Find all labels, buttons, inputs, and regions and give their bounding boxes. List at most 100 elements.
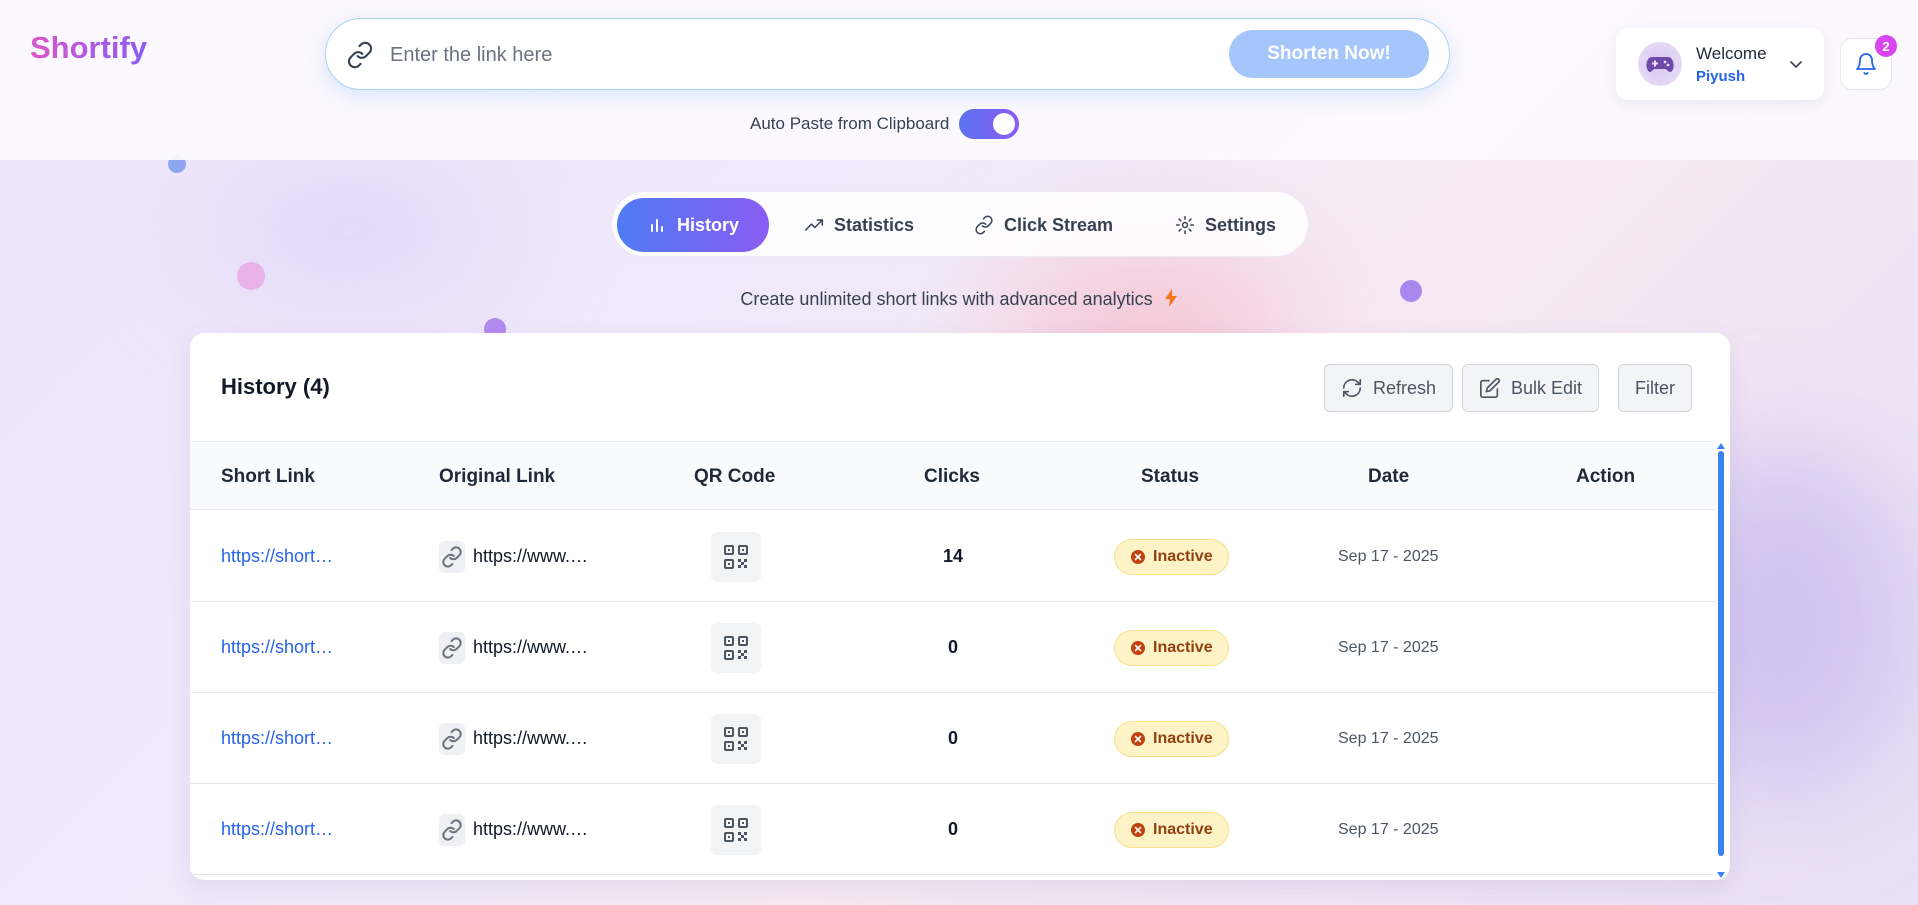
qr-code-button[interactable] [711,713,761,764]
short-link[interactable]: https://short… [221,728,333,749]
status-label: Inactive [1153,638,1213,656]
link-icon [439,722,465,755]
original-link[interactable]: https://www.… [473,546,588,567]
history-card: History (4) Refresh Bulk Edit Filter Sho… [190,333,1730,880]
bar-chart-icon [650,219,663,232]
date-cell: Sep 17 - 2025 [1338,784,1439,875]
date-cell: Sep 17 - 2025 [1338,511,1439,602]
action-cell [1576,511,1656,602]
column-header: Date [1368,466,1410,487]
status-badge: Inactive [1114,811,1229,848]
link-input[interactable] [390,37,1150,73]
column-header: Status [1141,466,1200,487]
refresh-button[interactable]: Refresh [1324,364,1454,412]
clicks-cell: 0 [924,784,982,875]
tab-history[interactable]: History [617,198,769,252]
notifications-button[interactable]: 2 [1840,35,1897,90]
qr-code-icon [724,726,748,751]
scroll-down-arrow[interactable] [1717,872,1725,878]
qr-code-button[interactable] [711,622,761,673]
original-link[interactable]: https://www.… [473,819,588,840]
short-link[interactable]: https://short… [221,819,333,840]
qr-code-cell [711,784,761,875]
date-text: Sep 17 - 2025 [1338,547,1439,565]
date-cell: Sep 17 - 2025 [1338,693,1439,784]
date-cell: Sep 17 - 2025 [1338,602,1439,693]
tab-statistics[interactable]: Statistics [786,198,932,252]
short-link[interactable]: https://short… [221,546,333,567]
bulk-edit-label: Bulk Edit [1511,377,1583,398]
clicks-cell: 0 [924,693,982,784]
auto-paste-row: Auto Paste from Clipboard [750,108,1020,140]
lightning-icon [1164,289,1177,307]
x-circle-icon [1131,731,1145,746]
column-header: Original Link [439,466,556,487]
link-icon [439,540,465,573]
filter-label: Filter [1635,377,1675,398]
gear-icon [1175,215,1195,235]
clicks-cell: 14 [924,511,982,602]
column-header: Action [1576,466,1636,487]
status-label: Inactive [1153,729,1213,747]
tab-label: Settings [1205,214,1277,235]
click-count: 0 [947,637,958,657]
user-name: Piyush [1696,68,1746,85]
status-label: Inactive [1153,820,1213,838]
action-cell [1576,693,1656,784]
status-cell: Inactive [1114,602,1229,693]
auto-paste-label: Auto Paste from Clipboard [750,114,950,133]
date-text: Sep 17 - 2025 [1338,820,1439,838]
qr-code-cell [711,602,761,693]
toggle-knob [993,113,1016,135]
status-badge: Inactive [1114,538,1229,575]
table-row: https://short… https://www.… 14 Inactive… [190,511,1716,602]
table-scrollbar[interactable] [1716,441,1726,880]
qr-code-button[interactable] [711,804,761,855]
link-icon [975,215,993,235]
qr-code-cell [711,511,761,602]
user-menu[interactable]: Welcome Piyush [1616,28,1824,100]
short-link-cell: https://short… [221,511,333,602]
tab-settings[interactable]: Settings [1157,198,1294,252]
bulk-edit-button[interactable]: Bulk Edit [1462,364,1600,412]
history-title: History (4) [221,374,330,399]
date-text: Sep 17 - 2025 [1338,729,1439,747]
click-count: 14 [942,546,964,566]
original-link-cell: https://www.… [439,511,588,602]
auto-paste-toggle[interactable] [959,109,1020,139]
original-link[interactable]: https://www.… [473,637,588,658]
table-row: https://short… https://www.… 0 Inactive … [190,602,1716,693]
qr-code-cell [711,693,761,784]
status-badge: Inactive [1114,629,1229,666]
action-cell [1576,602,1656,693]
original-link[interactable]: https://www.… [473,728,588,749]
edit-icon [1480,377,1501,398]
table-header: Short Link Original Link QR Code Clicks … [190,441,1716,510]
x-circle-icon [1131,640,1145,655]
filter-button[interactable]: Filter [1618,364,1692,412]
top-header: Shortify Shorten Now! Auto Paste from Cl… [0,0,1918,160]
scroll-up-arrow[interactable] [1717,443,1725,449]
tab-click-stream[interactable]: Click Stream [956,198,1131,252]
tab-label: History [676,214,739,235]
shorten-now-button[interactable]: Shorten Now! [1229,30,1429,78]
tagline-text: Create unlimited short links with advanc… [740,289,1153,309]
tab-label: Click Stream [1004,214,1114,235]
column-header: Short Link [221,466,315,487]
qr-code-icon [724,544,748,569]
brand-logo[interactable]: Shortify [30,30,147,66]
refresh-icon [1342,378,1362,398]
trending-up-icon [804,219,824,231]
column-header: Clicks [924,466,980,487]
table-row: https://short… https://www.… 0 Inactive … [190,693,1716,784]
column-header: QR Code [694,466,776,487]
main-tabs: History Statistics Click Stream Settings [611,191,1309,257]
scroll-thumb[interactable] [1718,451,1724,856]
welcome-text: Welcome [1696,44,1767,63]
short-link[interactable]: https://short… [221,637,333,658]
qr-code-button[interactable] [711,531,761,582]
link-search-bar: Shorten Now! [325,18,1450,90]
status-badge: Inactive [1114,720,1229,757]
link-icon [439,813,465,846]
click-count: 0 [947,728,958,748]
